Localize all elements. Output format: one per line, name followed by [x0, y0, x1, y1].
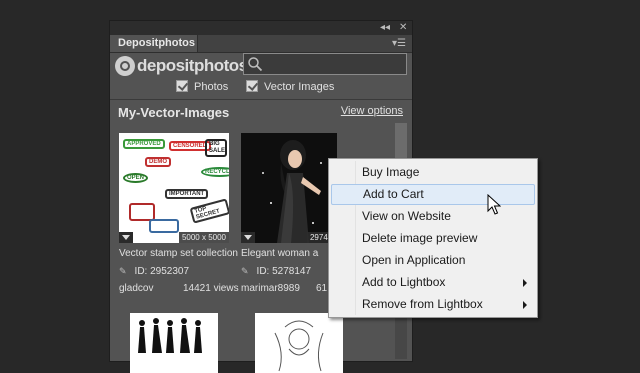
thumbnail-sketch[interactable] [255, 313, 343, 373]
filter-photos[interactable]: Photos [176, 80, 228, 96]
stamp-graphic [149, 219, 179, 233]
submenu-arrow-icon [523, 301, 527, 309]
vector-images-checkbox[interactable] [246, 80, 258, 92]
item-views: 61 [316, 283, 328, 294]
context-menu: Buy Image Add to Cart View on Website De… [328, 158, 538, 318]
stamp-graphic: BIG SALE [205, 139, 227, 157]
item-title: Vector stamp set collection [119, 248, 238, 259]
dancers-silhouette-image [138, 318, 202, 353]
search-icon [248, 57, 263, 72]
section-title: My-Vector-Images [118, 105, 230, 120]
menu-item-buy-image[interactable]: Buy Image [331, 162, 535, 183]
sketch-image [274, 320, 324, 372]
image-dimensions: 5000 x 5000 [178, 232, 229, 243]
item-id-text: ID: 5278147 [256, 266, 312, 277]
filter-vector-label: Vector Images [264, 81, 335, 93]
item-views: 14421 views [183, 283, 239, 294]
stamp-graphic: APPROVED [123, 139, 165, 149]
panel-menu-icon[interactable]: ▾☰ [392, 37, 406, 50]
tab-depositphotos[interactable]: Depositphotos [110, 35, 198, 52]
item-title: Elegant woman a [241, 248, 319, 259]
thumbnail-stamp-set[interactable]: APPROVED CENSORED BIG SALE DEMO OPEN IMP… [119, 133, 229, 243]
submenu-arrow-icon [523, 279, 527, 287]
stamp-graphic: DEMO [145, 157, 171, 167]
filter-photos-label: Photos [194, 81, 229, 93]
collapse-icon[interactable]: ◂◂ [380, 21, 390, 35]
thumbnail-elegant-woman[interactable]: 2974 x [241, 133, 337, 243]
close-icon[interactable]: ✕ [399, 21, 407, 35]
menu-item-add-to-cart[interactable]: Add to Cart [331, 184, 535, 205]
stamp-graphic: RECYCLE [201, 167, 229, 177]
menu-item-label: Add to Lightbox [362, 275, 446, 289]
thumbnail-menu-button[interactable] [241, 232, 255, 243]
panel-title-strip: ◂◂ ✕ [110, 21, 412, 35]
menu-item-remove-from-lightbox[interactable]: Remove from Lightbox [331, 294, 535, 315]
filter-vector-images[interactable]: Vector Images [246, 80, 334, 96]
camera-icon [115, 56, 135, 76]
search-input[interactable] [243, 53, 407, 75]
photos-checkbox[interactable] [176, 80, 188, 92]
thumbnail-menu-button[interactable] [119, 232, 133, 243]
woman-silhouette-image [262, 140, 322, 243]
item-author[interactable]: gladcov [119, 283, 153, 294]
stamp-graphic: OPEN [123, 173, 149, 183]
item-id: ✎ ID: 5278147 [241, 266, 311, 277]
menu-item-view-on-website[interactable]: View on Website [331, 206, 535, 227]
divider [110, 99, 412, 100]
stamp-graphic: TOP SECRET [189, 198, 229, 224]
stamp-graphic: IMPORTANT [165, 189, 209, 199]
view-options-link[interactable]: View options [341, 105, 403, 117]
panel-tab-row: Depositphotos ▾☰ [110, 35, 412, 53]
menu-item-label: Remove from Lightbox [362, 297, 483, 311]
menu-item-delete-image-preview[interactable]: Delete image preview [331, 228, 535, 249]
mouse-cursor-icon [487, 194, 501, 215]
item-id: ✎ ID: 2952307 [119, 266, 189, 277]
vector-type-icon: ✎ [241, 266, 249, 276]
depositphotos-logo: depositphotos [115, 55, 248, 77]
logo-wordmark: depositphotos [137, 56, 248, 75]
item-author[interactable]: marimar8989 [241, 283, 300, 294]
vector-type-icon: ✎ [119, 266, 127, 276]
item-id-text: ID: 2952307 [134, 266, 190, 277]
menu-item-add-to-lightbox[interactable]: Add to Lightbox [331, 272, 535, 293]
menu-item-open-in-application[interactable]: Open in Application [331, 250, 535, 271]
thumbnail-dancers[interactable] [130, 313, 218, 373]
